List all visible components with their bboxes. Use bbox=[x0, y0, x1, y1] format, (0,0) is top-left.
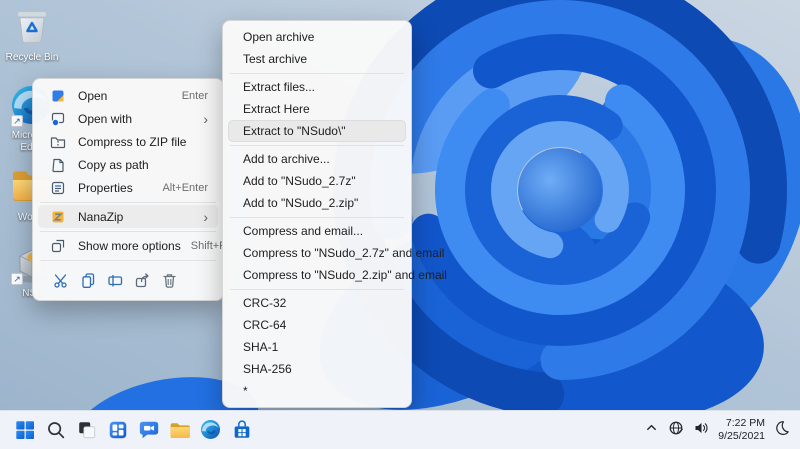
focus-assist-button[interactable] bbox=[774, 420, 790, 441]
menu-separator bbox=[40, 259, 216, 261]
submenu-item-sha256[interactable]: SHA-256 bbox=[228, 358, 406, 380]
share-button[interactable] bbox=[129, 267, 155, 293]
submenu-item-crc32[interactable]: CRC-32 bbox=[228, 292, 406, 314]
desktop-icon-label: Recycle Bin bbox=[5, 52, 59, 63]
submenu-item-compress-zip-email[interactable]: Compress to "NSudo_2.zip" and email bbox=[228, 264, 447, 286]
menu-item-open[interactable]: Open Enter bbox=[38, 84, 218, 107]
zip-folder-icon bbox=[50, 136, 66, 148]
taskbar-clock[interactable]: 7:22 PM 9/25/2021 bbox=[718, 417, 765, 443]
scissors-icon bbox=[53, 273, 67, 288]
submenu-item-extract-to[interactable]: Extract to "NSudo\" bbox=[228, 120, 406, 142]
submenu-item-compress-email[interactable]: Compress and email... bbox=[228, 220, 406, 242]
file-explorer-button[interactable] bbox=[168, 418, 192, 442]
submenu-item-star[interactable]: * bbox=[228, 380, 406, 402]
desktop-icon-recycle-bin[interactable]: Recycle Bin bbox=[1, 6, 63, 64]
open-app-icon bbox=[52, 90, 64, 101]
tray-date: 9/25/2021 bbox=[718, 430, 765, 442]
menu-item-copy-as-path[interactable]: Copy as path bbox=[38, 153, 218, 176]
chevron-up-icon bbox=[647, 424, 657, 431]
share-icon bbox=[135, 272, 149, 287]
trash-icon bbox=[162, 273, 176, 288]
chat-button[interactable] bbox=[137, 418, 161, 442]
store-icon bbox=[234, 420, 250, 438]
chat-icon bbox=[139, 421, 159, 439]
quick-actions-row bbox=[38, 263, 218, 295]
system-tray: 7:22 PM 9/25/2021 bbox=[644, 417, 800, 443]
copy-button[interactable] bbox=[75, 267, 101, 293]
shortcut-hint: Enter bbox=[181, 89, 208, 102]
menu-separator bbox=[230, 144, 404, 146]
submenu-item-test-archive[interactable]: Test archive bbox=[228, 48, 406, 70]
rename-button[interactable] bbox=[102, 267, 128, 293]
properties-icon bbox=[51, 181, 65, 194]
menu-item-compress-zip[interactable]: Compress to ZIP file bbox=[38, 130, 218, 153]
task-view-icon bbox=[79, 422, 96, 439]
shortcut-hint: Alt+Enter bbox=[162, 181, 208, 194]
network-button[interactable] bbox=[668, 420, 684, 441]
submenu-item-extract-files[interactable]: Extract files... bbox=[228, 76, 406, 98]
submenu-item-sha1[interactable]: SHA-1 bbox=[228, 336, 406, 358]
windows-logo-icon bbox=[16, 421, 34, 439]
menu-item-nanazip[interactable]: NanaZip › bbox=[38, 205, 218, 228]
context-menu: Open Enter Open with › Compress to ZIP f… bbox=[32, 78, 238, 301]
task-view-button[interactable] bbox=[75, 418, 99, 442]
menu-item-properties[interactable]: Properties Alt+Enter bbox=[38, 176, 218, 199]
widgets-icon bbox=[109, 421, 127, 439]
show-more-options-icon bbox=[51, 239, 65, 252]
delete-button[interactable] bbox=[156, 267, 182, 293]
shortcut-arrow-icon: ↗ bbox=[11, 273, 23, 285]
menu-separator bbox=[230, 72, 404, 74]
submenu-item-crc64[interactable]: CRC-64 bbox=[228, 314, 406, 336]
file-explorer-icon bbox=[170, 423, 190, 439]
menu-item-show-more-options[interactable]: Show more options Shift+F10 bbox=[38, 234, 238, 257]
copy-path-icon bbox=[52, 158, 64, 172]
volume-button[interactable] bbox=[693, 420, 709, 441]
edge-button[interactable] bbox=[199, 418, 223, 442]
cut-button[interactable] bbox=[48, 267, 74, 293]
nanazip-icon bbox=[52, 211, 64, 222]
tray-time: 7:22 PM bbox=[725, 416, 765, 429]
submenu-item-open-archive[interactable]: Open archive bbox=[228, 26, 406, 48]
search-icon bbox=[48, 422, 65, 439]
rename-icon bbox=[107, 274, 122, 286]
tray-overflow-button[interactable] bbox=[644, 420, 659, 440]
chevron-right-icon: › bbox=[203, 110, 208, 127]
menu-item-open-with[interactable]: Open with › bbox=[38, 107, 218, 130]
search-button[interactable] bbox=[44, 418, 68, 442]
desktop: Recycle Bin ↗ Microsoft Edge Works bbox=[0, 0, 800, 449]
speaker-icon bbox=[695, 422, 708, 433]
submenu-item-add-to-7z[interactable]: Add to "NSudo_2.7z" bbox=[228, 170, 406, 192]
edge-icon bbox=[201, 420, 220, 439]
start-button[interactable] bbox=[13, 418, 37, 442]
menu-separator bbox=[230, 288, 404, 290]
nanazip-submenu: Open archive Test archive Extract files.… bbox=[222, 20, 447, 408]
moon-icon bbox=[776, 420, 789, 435]
taskbar: 7:22 PM 9/25/2021 bbox=[0, 410, 800, 449]
recycle-bin-icon bbox=[10, 6, 54, 50]
shortcut-arrow-icon: ↗ bbox=[11, 115, 23, 127]
widgets-button[interactable] bbox=[106, 418, 130, 442]
chevron-right-icon: › bbox=[203, 208, 208, 225]
network-globe-icon bbox=[669, 421, 684, 434]
menu-separator bbox=[40, 201, 216, 203]
store-button[interactable] bbox=[230, 418, 254, 442]
menu-separator bbox=[230, 216, 404, 218]
submenu-item-add-to-archive[interactable]: Add to archive... bbox=[228, 148, 406, 170]
submenu-item-compress-7z-email[interactable]: Compress to "NSudo_2.7z" and email bbox=[228, 242, 444, 264]
taskbar-icons bbox=[0, 418, 254, 442]
submenu-item-add-to-zip[interactable]: Add to "NSudo_2.zip" bbox=[228, 192, 406, 214]
open-with-icon bbox=[51, 112, 65, 126]
menu-separator bbox=[40, 230, 216, 232]
copy-icon bbox=[81, 272, 94, 288]
submenu-item-extract-here[interactable]: Extract Here bbox=[228, 98, 406, 120]
